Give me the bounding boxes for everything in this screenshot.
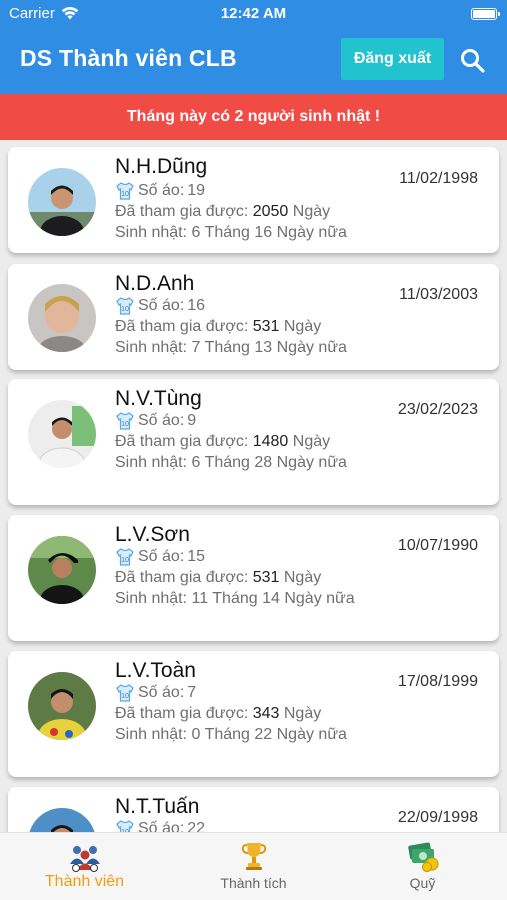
search-icon [461, 49, 485, 73]
joined-days: 2050 [252, 203, 289, 220]
joined-days: 1480 [252, 433, 289, 450]
member-card[interactable]: N.D.Anh 10 Số áo: 16 Đã tham gia được: 53… [8, 264, 499, 370]
birthday-countdown: 6 Tháng 28 Ngày nữa [191, 454, 347, 471]
avatar [28, 284, 96, 352]
member-name: N.T.Tuấn [115, 795, 200, 818]
member-name: N.H.Dũng [115, 155, 208, 178]
joined-label: Đã tham gia được: [115, 569, 249, 586]
member-name: L.V.Toàn [115, 659, 196, 682]
member-date: 23/02/2023 [397, 401, 478, 418]
status-time: 12:42 AM [220, 5, 287, 22]
svg-text:10: 10 [121, 306, 129, 313]
svg-text:10: 10 [121, 557, 129, 564]
avatar [28, 808, 96, 832]
member-name: N.D.Anh [115, 272, 195, 295]
member-info: 10 Số áo: 22 [115, 818, 375, 832]
tab-members[interactable]: Thành viên [0, 833, 169, 900]
jersey-label: Số áo: [138, 412, 185, 429]
member-date: 11/03/2003 [399, 286, 478, 303]
jersey-number: 15 [187, 548, 206, 565]
member-date: 11/02/1998 [399, 170, 478, 187]
jersey-icon: 10 [116, 819, 134, 832]
member-date: 17/08/1999 [397, 673, 478, 690]
jersey-number: 9 [187, 412, 197, 429]
joined-label: Đã tham gia được: [115, 705, 249, 722]
tab-label: Thành viên [44, 873, 125, 890]
birthday-countdown: 7 Tháng 13 Ngày nữa [191, 339, 347, 356]
jersey-number: 22 [187, 820, 206, 832]
birthday-label: Sinh nhật: [115, 339, 188, 356]
birthday-label: Sinh nhật: [115, 454, 188, 471]
tab-fund[interactable]: Quỹ [338, 833, 507, 900]
joined-label: Đã tham gia được: [115, 203, 249, 220]
status-bar: Carrier 12:42 AM [0, 0, 507, 28]
app-bar: DS Thành viên CLB Đăng xuất [0, 28, 507, 94]
member-info: 10 Số áo: 19 Đã tham gia được: 2050 Ngày … [115, 180, 375, 243]
member-card[interactable]: L.V.Toàn 10 Số áo: 7 Đã tham gia được: 34… [8, 651, 499, 777]
jersey-number: 16 [187, 297, 206, 314]
joined-unit: Ngày [292, 203, 331, 220]
joined-unit: Ngày [292, 433, 331, 450]
team-icon [69, 846, 100, 872]
member-list[interactable]: N.H.Dũng 10 Số áo: 19 Đã tham gia được: 2… [0, 140, 507, 832]
member-date: 22/09/1998 [397, 809, 478, 826]
tab-bar: Thành viên Thành tích Quỹ [0, 832, 507, 900]
trophy-icon [241, 843, 266, 870]
avatar [28, 400, 96, 468]
joined-unit: Ngày [283, 569, 322, 586]
avatar [28, 168, 96, 236]
jersey-icon: 10 [116, 181, 134, 200]
member-info: 10 Số áo: 7 Đã tham gia được: 343 Ngày Si… [115, 682, 375, 745]
member-card[interactable]: N.V.Tùng 10 Số áo: 9 Đã tham gia được: 14… [8, 379, 499, 505]
member-info: 10 Số áo: 15 Đã tham gia được: 531 Ngày S… [115, 546, 375, 609]
joined-days: 531 [252, 569, 280, 586]
avatar [28, 536, 96, 604]
member-name: N.V.Tùng [115, 387, 202, 410]
member-info: 10 Số áo: 9 Đã tham gia được: 1480 Ngày S… [115, 410, 375, 473]
jersey-label: Số áo: [138, 684, 185, 701]
jersey-label: Số áo: [138, 548, 185, 565]
jersey-icon: 10 [116, 547, 134, 566]
svg-text:10: 10 [121, 191, 129, 198]
joined-days: 343 [252, 705, 280, 722]
jersey-number: 7 [187, 684, 197, 701]
birthday-countdown: 11 Tháng 14 Ngày nữa [191, 590, 355, 607]
joined-days: 531 [252, 318, 280, 335]
logout-button[interactable]: Đăng xuất [341, 38, 444, 80]
member-card[interactable]: N.H.Dũng 10 Số áo: 19 Đã tham gia được: 2… [8, 147, 499, 253]
page-title: DS Thành viên CLB [20, 45, 237, 71]
search-button[interactable] [458, 46, 488, 76]
avatar [28, 672, 96, 740]
tab-label: Thành tích [220, 875, 287, 891]
jersey-label: Số áo: [138, 820, 185, 832]
member-date: 10/07/1990 [397, 537, 478, 554]
jersey-label: Số áo: [138, 182, 185, 199]
tab-achievements[interactable]: Thành tích [169, 833, 338, 900]
tab-label: Quỹ [409, 875, 436, 891]
svg-text:10: 10 [121, 693, 129, 700]
member-card[interactable]: L.V.Sơn 10 Số áo: 15 Đã tham gia được: 53… [8, 515, 499, 641]
jersey-label: Số áo: [138, 297, 185, 314]
joined-label: Đã tham gia được: [115, 318, 249, 335]
jersey-icon: 10 [116, 411, 134, 430]
birthday-banner: Tháng này có 2 người sinh nhật ! [0, 94, 507, 140]
money-icon [407, 842, 439, 872]
jersey-icon: 10 [116, 296, 134, 315]
birthday-countdown: 0 Tháng 22 Ngày nữa [191, 726, 347, 743]
joined-unit: Ngày [283, 318, 322, 335]
jersey-icon: 10 [116, 683, 134, 702]
birthday-label: Sinh nhật: [115, 224, 188, 241]
member-card[interactable]: N.T.Tuấn 10 Số áo: 22 22/09/1998 [8, 787, 499, 832]
joined-unit: Ngày [283, 705, 322, 722]
jersey-number: 19 [187, 182, 206, 199]
birthday-countdown: 6 Tháng 16 Ngày nữa [191, 224, 347, 241]
birthday-label: Sinh nhật: [115, 726, 188, 743]
joined-label: Đã tham gia được: [115, 433, 249, 450]
battery-icon [471, 8, 500, 20]
member-info: 10 Số áo: 16 Đã tham gia được: 531 Ngày S… [115, 295, 375, 358]
svg-text:10: 10 [121, 421, 129, 428]
member-name: L.V.Sơn [115, 523, 190, 546]
birthday-label: Sinh nhật: [115, 590, 188, 607]
